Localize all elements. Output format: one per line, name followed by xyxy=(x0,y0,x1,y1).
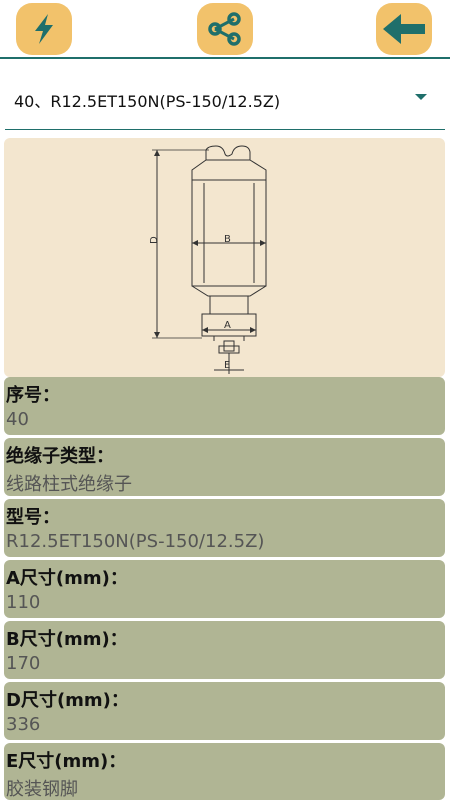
field-value: 线路柱式绝缘子 xyxy=(6,474,132,495)
model-selector-value: 40、R12.5ET150N(PS-150/12.5Z) xyxy=(14,92,281,111)
share-icon xyxy=(208,12,241,46)
field-label: 型号： xyxy=(6,507,60,528)
top-toolbar xyxy=(0,0,450,59)
selector-underline xyxy=(5,129,445,130)
field-card-dimension-e: E尺寸(mm)： 胶装钢脚 xyxy=(4,743,445,800)
insulator-drawing: D B A E xyxy=(149,145,267,374)
toolbar-divider xyxy=(0,57,450,59)
field-card-insulator-type: 绝缘子类型： 线路柱式绝缘子 xyxy=(4,438,445,496)
field-card-dimension-b: B尺寸(mm)： 170 xyxy=(4,621,445,679)
field-label: D尺寸(mm)： xyxy=(6,690,129,711)
dimension-label-d: D xyxy=(149,236,160,244)
dimension-label-a: A xyxy=(224,320,231,331)
field-value: 170 xyxy=(6,653,41,674)
field-value: 胶装钢脚 xyxy=(6,779,78,800)
field-label: B尺寸(mm)： xyxy=(6,629,128,650)
field-card-dimension-d: D尺寸(mm)： 336 xyxy=(4,682,445,740)
dimension-label-e: E xyxy=(224,360,230,371)
field-value: 336 xyxy=(6,714,41,735)
field-label: A尺寸(mm)： xyxy=(6,568,128,589)
field-card-model: 型号： R12.5ET150N(PS-150/12.5Z) xyxy=(4,499,445,557)
flash-button[interactable] xyxy=(16,3,72,55)
field-card-dimension-a: A尺寸(mm)： 110 xyxy=(4,560,445,618)
model-selector[interactable]: 40、R12.5ET150N(PS-150/12.5Z) xyxy=(5,70,445,130)
arrow-left-icon xyxy=(383,14,425,44)
insulator-diagram: D B A E xyxy=(4,138,445,377)
field-value: 110 xyxy=(6,592,41,613)
lightning-icon xyxy=(35,14,53,44)
field-label: E尺寸(mm)： xyxy=(6,751,127,772)
field-value: 40 xyxy=(6,409,29,430)
field-card-serial: 序号： 40 xyxy=(4,377,445,435)
back-button[interactable] xyxy=(376,3,432,55)
dimension-label-b: B xyxy=(224,234,231,245)
share-button[interactable] xyxy=(197,3,253,55)
field-value: R12.5ET150N(PS-150/12.5Z) xyxy=(6,531,265,552)
field-label: 序号： xyxy=(6,385,60,406)
field-label: 绝缘子类型： xyxy=(6,446,114,467)
chevron-down-icon xyxy=(415,94,427,100)
